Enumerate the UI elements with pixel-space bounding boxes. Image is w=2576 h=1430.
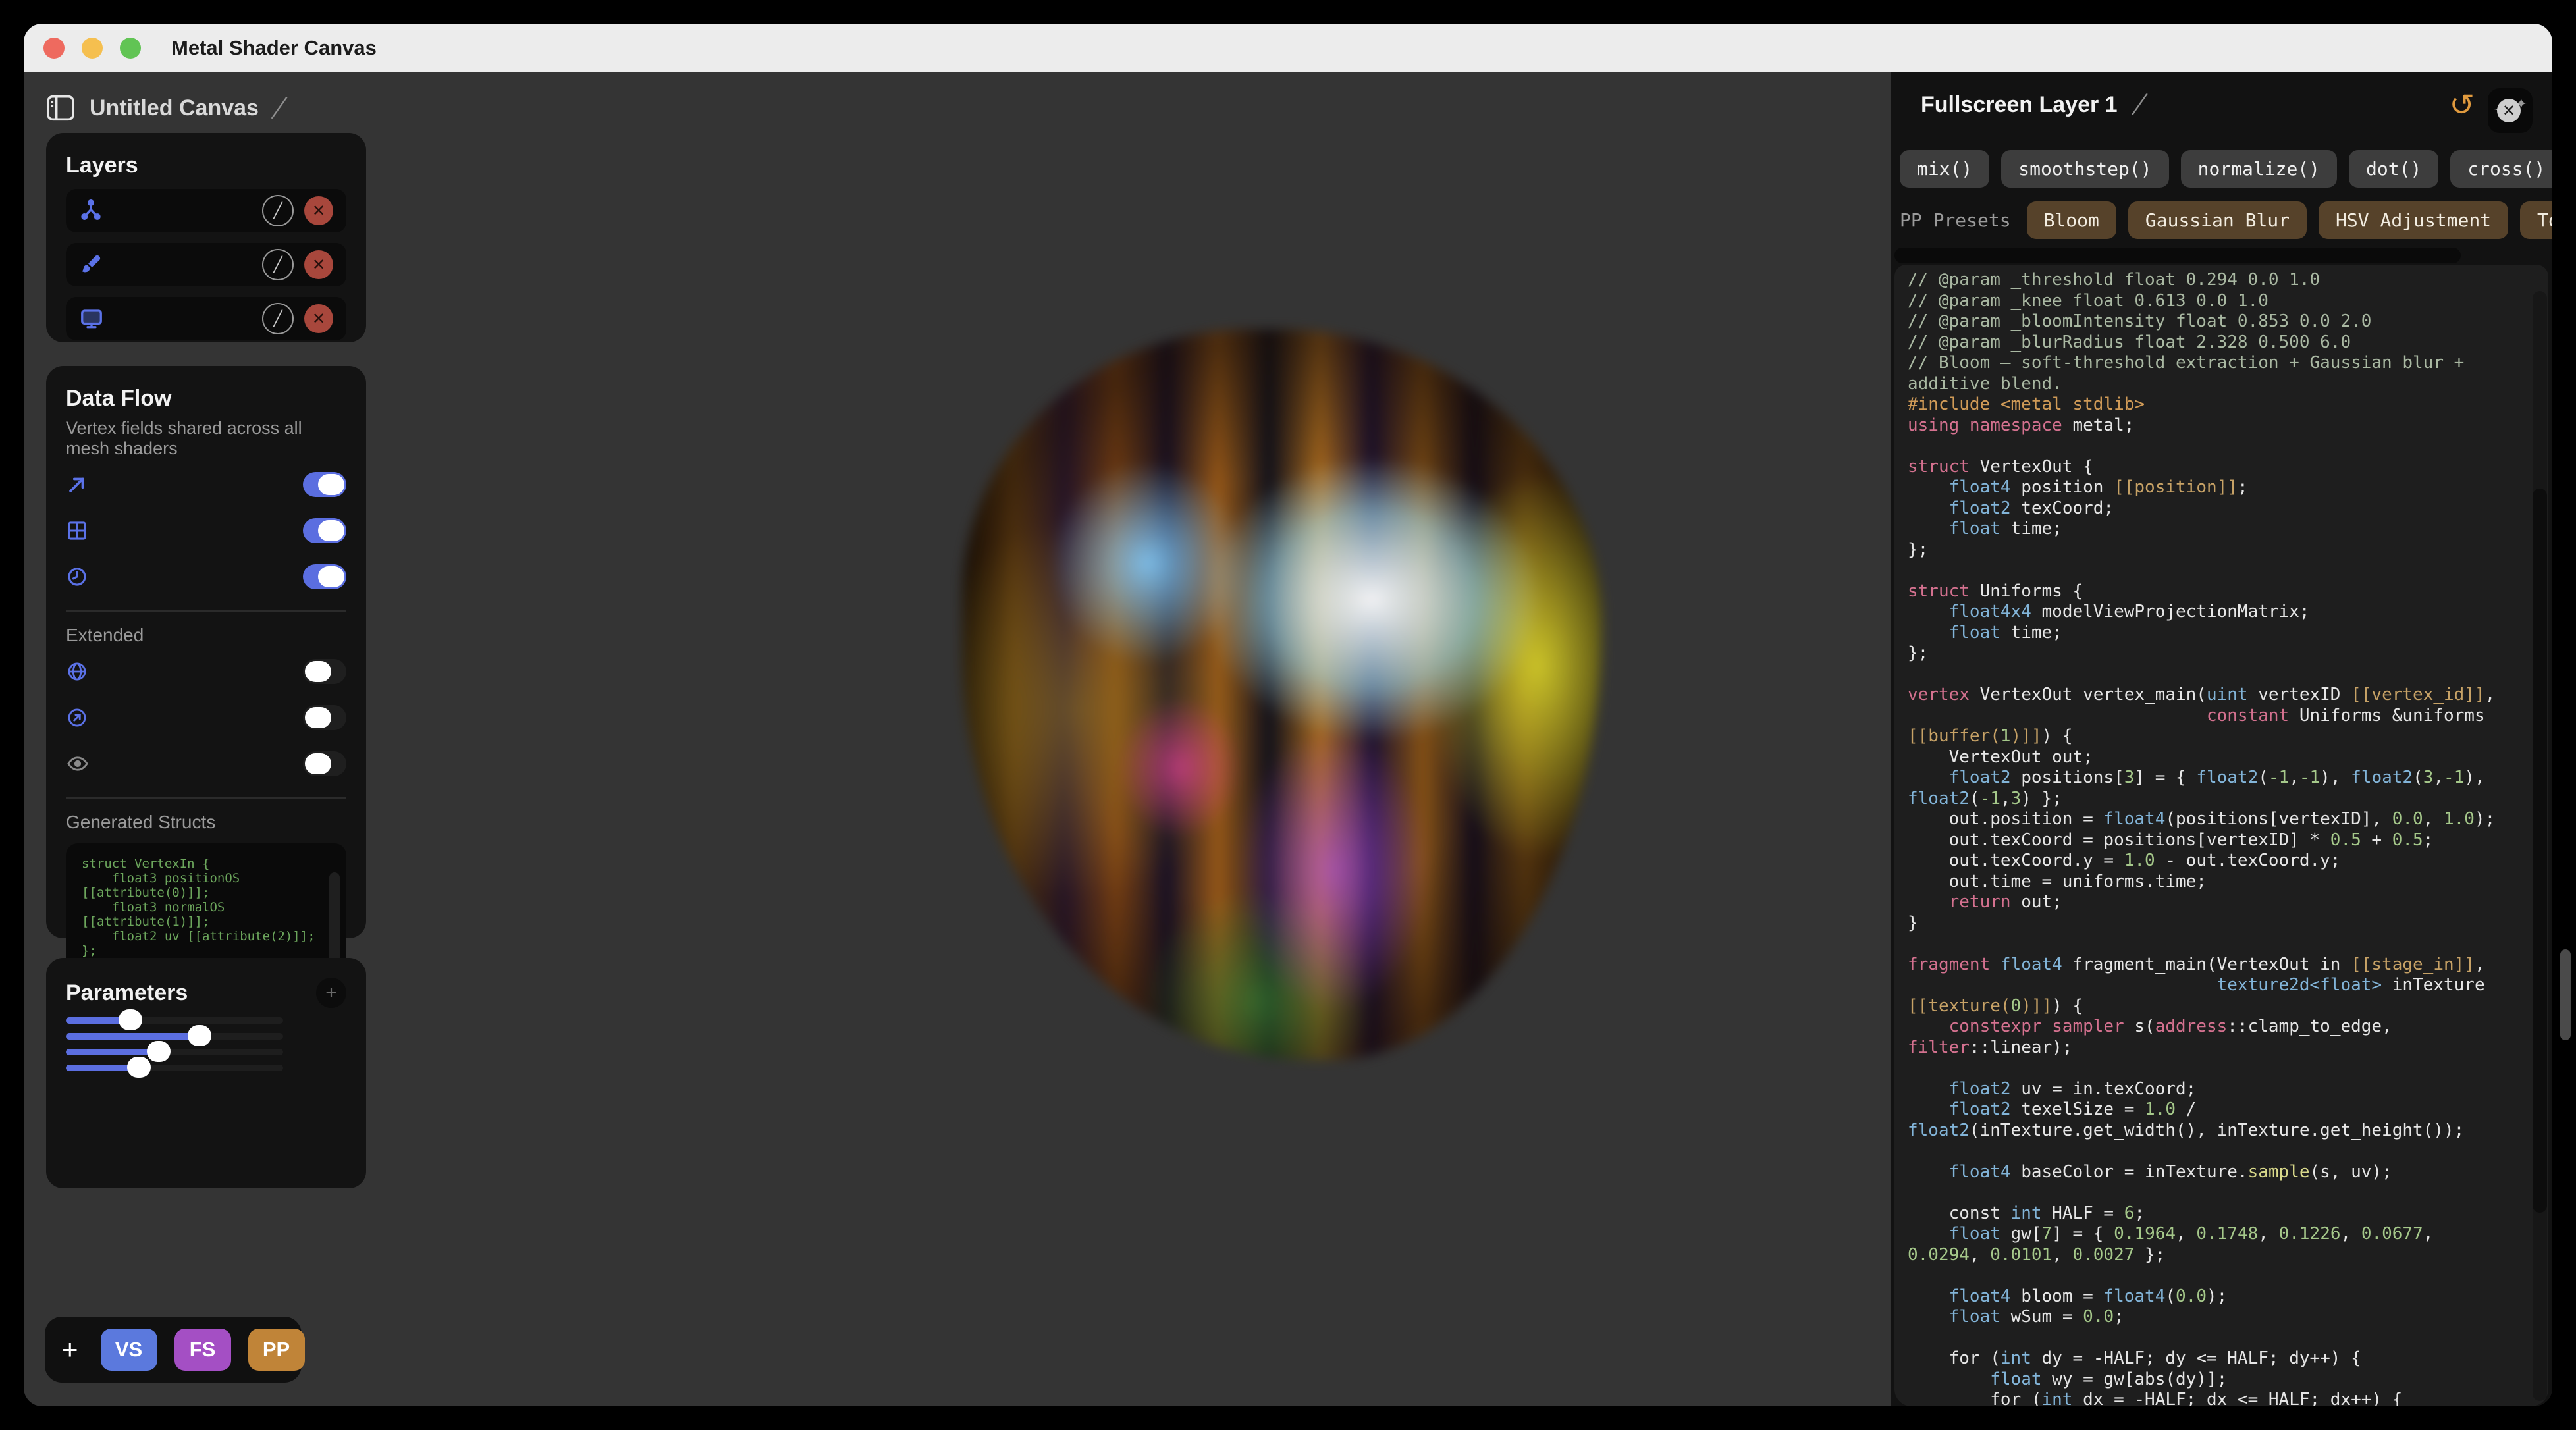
- data-flow-panel: Data Flow Vertex fields shared across al…: [46, 366, 366, 938]
- fs-shader-button[interactable]: FS: [174, 1329, 231, 1371]
- zoom-window-button[interactable]: [120, 38, 141, 59]
- clock-icon: [66, 566, 95, 588]
- field-toggle[interactable]: [303, 472, 346, 497]
- layers-title: Layers: [66, 153, 346, 178]
- extended-label: Extended: [66, 625, 346, 646]
- pp-shader-button[interactable]: PP: [248, 1329, 305, 1371]
- edit-layer-button[interactable]: ╱: [262, 303, 294, 334]
- parameter-slider[interactable]: [66, 1065, 283, 1071]
- field-toggle[interactable]: [303, 751, 346, 776]
- data-flow-field-row: [66, 556, 346, 597]
- generated-structs-label: Generated Structs: [66, 812, 346, 833]
- data-flow-subtitle: Vertex fields shared across all mesh sha…: [66, 418, 346, 459]
- shader-preview-blob[interactable]: [962, 329, 1602, 1060]
- close-window-button[interactable]: [43, 38, 65, 59]
- function-chips-row: mix() smoothstep() normalize() dot() cross()…: [1900, 150, 2552, 188]
- ai-sparkle-button[interactable]: ✦✦ ✕: [2488, 88, 2533, 133]
- globe-icon: [66, 660, 95, 683]
- eye-icon: [66, 753, 95, 775]
- field-toggle[interactable]: [303, 564, 346, 589]
- data-flow-field-row: [66, 510, 346, 551]
- chips-horizontal-scrollbar[interactable]: [1894, 248, 2461, 263]
- parameters-title: Parameters: [66, 980, 188, 1006]
- app-window: Metal Shader Canvas Untitled Canvas ╱ La…: [24, 24, 2552, 1406]
- layers-panel: Layers ╱ ✕ ╱ ✕ ╱ ✕: [46, 133, 366, 342]
- function-chip[interactable]: smoothstep(): [2001, 150, 2168, 188]
- parameter-row: [66, 1065, 346, 1071]
- add-layer-button[interactable]: +: [62, 1334, 78, 1365]
- parameter-row: [66, 1033, 346, 1040]
- undo-icon[interactable]: ↺: [2449, 87, 2475, 122]
- parameter-slider[interactable]: [66, 1049, 283, 1055]
- preset-chip[interactable]: Gaussian Blur: [2128, 201, 2307, 239]
- window-title: Metal Shader Canvas: [171, 36, 377, 60]
- titlebar: Metal Shader Canvas: [24, 24, 2552, 72]
- edit-layer-button[interactable]: ╱: [262, 249, 294, 280]
- presets-row: PP Presets Bloom Gaussian Blur HSV Adjustm…: [1900, 201, 2552, 239]
- parameters-panel: Parameters +: [46, 958, 366, 1188]
- edit-layer-button[interactable]: ╱: [262, 195, 294, 226]
- function-chip[interactable]: cross(): [2450, 150, 2552, 188]
- function-chip[interactable]: dot(): [2349, 150, 2438, 188]
- divider: [66, 797, 346, 799]
- brush-icon: [79, 253, 103, 277]
- arrow-up-right-icon: [66, 473, 95, 496]
- minimize-window-button[interactable]: [82, 38, 103, 59]
- rename-canvas-icon[interactable]: ╱: [272, 95, 287, 120]
- divider: [66, 610, 346, 612]
- data-flow-title: Data Flow: [66, 386, 346, 411]
- data-flow-field-row: [66, 743, 346, 784]
- data-flow-field-row: [66, 697, 346, 738]
- parameter-row: [66, 1017, 346, 1024]
- field-toggle[interactable]: [303, 705, 346, 730]
- vs-shader-button[interactable]: VS: [101, 1329, 157, 1371]
- data-flow-field-row: [66, 464, 346, 505]
- overlay-scrollbar-thumb[interactable]: [2560, 949, 2571, 1040]
- function-chip[interactable]: normalize(): [2181, 150, 2337, 188]
- sidebar-toggle-icon[interactable]: [46, 95, 75, 121]
- data-flow-field-row: [66, 651, 346, 692]
- parameter-slider[interactable]: [66, 1017, 283, 1024]
- delete-layer-button[interactable]: ✕: [304, 196, 333, 225]
- parameter-row: [66, 1049, 346, 1055]
- field-toggle[interactable]: [303, 659, 346, 684]
- canvas-name: Untitled Canvas: [90, 95, 259, 121]
- function-chip[interactable]: mix(): [1900, 150, 1989, 188]
- delete-layer-button[interactable]: ✕: [304, 250, 333, 279]
- display-icon: [79, 307, 104, 331]
- grid-icon: [66, 519, 95, 542]
- field-toggle[interactable]: [303, 518, 346, 543]
- screen: Metal Shader Canvas Untitled Canvas ╱ La…: [0, 0, 2576, 1430]
- rename-layer-icon[interactable]: ╱: [2132, 93, 2147, 117]
- close-panel-button[interactable]: ✕: [2497, 99, 2521, 122]
- pp-presets-label: PP Presets: [1900, 209, 2011, 231]
- editor-code: // @param _threshold float 0.294 0.0 1.0…: [1908, 270, 2529, 1406]
- parameter-slider[interactable]: [66, 1033, 283, 1040]
- code-editor[interactable]: // @param _threshold float 0.294 0.0 1.0…: [1894, 265, 2548, 1406]
- layer-row[interactable]: ╱ ✕: [66, 243, 346, 286]
- delete-layer-button[interactable]: ✕: [304, 304, 333, 333]
- circle-arrow-icon: [66, 706, 95, 729]
- editor-title: Fullscreen Layer 1: [1921, 92, 2118, 118]
- add-parameter-button[interactable]: +: [316, 978, 346, 1008]
- code-scrollbar-track[interactable]: [2533, 291, 2547, 1401]
- vector-icon: [79, 199, 103, 223]
- preset-chip[interactable]: HSV Adjustment: [2319, 201, 2508, 239]
- layer-toolbar: + VS FS PP: [45, 1317, 302, 1383]
- code-scrollbar-thumb[interactable]: [2533, 489, 2547, 1213]
- preset-chip[interactable]: Bloom: [2027, 201, 2116, 239]
- editor-panel: Fullscreen Layer 1 ╱ ↺ ✦✦ ✕ mix() smooths…: [1891, 72, 2552, 1406]
- preset-chip[interactable]: Tone Mapping: [2520, 201, 2552, 239]
- layer-row[interactable]: ╱ ✕: [66, 189, 346, 232]
- editor-header: Fullscreen Layer 1 ╱ ↺ ✦✦ ✕: [1891, 72, 2552, 149]
- layer-row[interactable]: ╱ ✕: [66, 297, 346, 340]
